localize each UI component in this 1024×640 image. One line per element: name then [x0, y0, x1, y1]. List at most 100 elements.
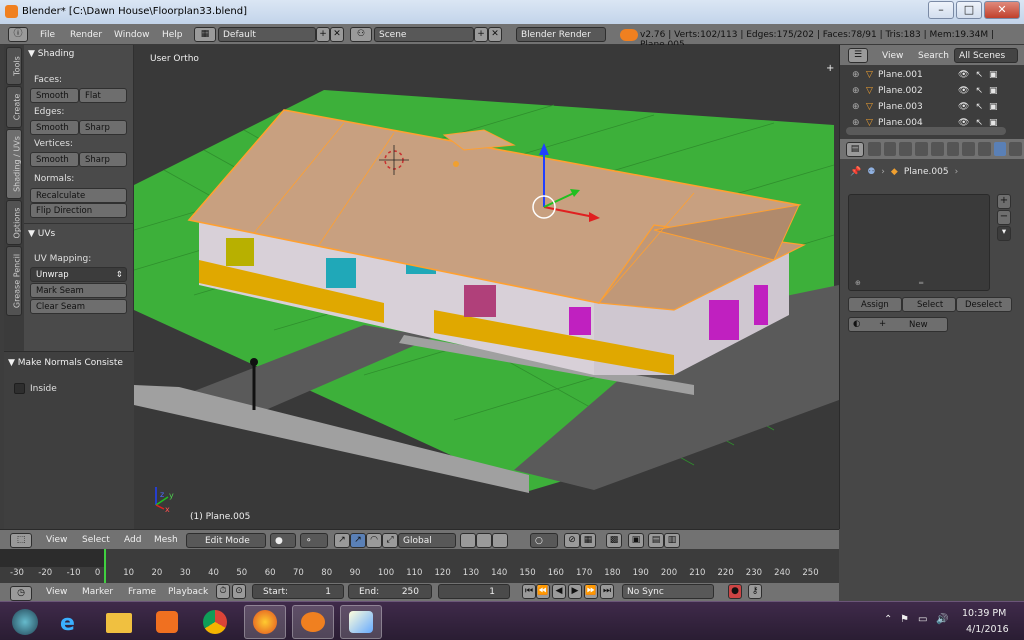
- 3d-view-editor-icon[interactable]: ⬚: [10, 533, 32, 548]
- 3d-viewport[interactable]: User Ortho (1) Plane.005 z y x +: [134, 45, 839, 529]
- remove-slot-icon[interactable]: −: [997, 210, 1011, 225]
- render-camera-icon[interactable]: ▣: [989, 86, 998, 96]
- timeline-editor-icon[interactable]: ◷: [10, 586, 32, 601]
- recalculate-button[interactable]: Recalculate: [30, 188, 127, 203]
- timeline-ruler[interactable]: -30 -20 -10 0 10 20 30 40 50 60 70 80 90 100 110 120 130…: [0, 567, 839, 579]
- play-icon[interactable]: ▶: [568, 584, 582, 599]
- pin-icon[interactable]: 📌: [850, 167, 861, 177]
- layer-2-icon[interactable]: [476, 533, 492, 548]
- timeline[interactable]: -30 -20 -10 0 10 20 30 40 50 60 70 80 90 100 110 120 130…: [0, 549, 839, 583]
- new-material-button[interactable]: ◐ + New: [848, 317, 948, 332]
- expand-icon[interactable]: ⊕: [852, 102, 866, 112]
- properties-editor-icon[interactable]: ▤: [846, 142, 864, 157]
- remove-scene-icon[interactable]: ✕: [488, 27, 502, 42]
- manipulator-toggle-icon[interactable]: ↗: [334, 533, 350, 548]
- clock-time[interactable]: 10:39 PM: [962, 608, 1006, 619]
- rotate-icon[interactable]: ◠: [366, 533, 382, 548]
- outliner-editor-icon[interactable]: ☰: [848, 48, 868, 63]
- pivot-select[interactable]: ⚬: [300, 533, 328, 548]
- outliner-display-select[interactable]: All Scenes: [954, 48, 1018, 63]
- start-button[interactable]: [8, 605, 44, 639]
- opengl-render-icon[interactable]: ▥: [664, 533, 680, 548]
- timeline-marker-menu[interactable]: Marker: [82, 587, 113, 597]
- object-tab-icon[interactable]: [930, 142, 944, 156]
- outliner-item[interactable]: ⊕ ▽ Plane.001 👁 ↖ ▣: [852, 67, 1012, 83]
- close-button[interactable]: ✕: [984, 1, 1020, 19]
- world-tab-icon[interactable]: [915, 142, 928, 156]
- menu-view[interactable]: View: [46, 535, 67, 545]
- select-button[interactable]: Select: [902, 297, 956, 312]
- jump-end-icon[interactable]: ⏭: [600, 584, 614, 599]
- list-grip-icon[interactable]: ═: [919, 279, 923, 287]
- shading-panel-header[interactable]: ▼ Shading: [28, 49, 74, 59]
- visibility-eye-icon[interactable]: 👁: [958, 102, 969, 112]
- current-frame-field[interactable]: 1: [438, 584, 510, 599]
- timeline-playback-menu[interactable]: Playback: [168, 587, 208, 597]
- preview-range-icon[interactable]: ⏱: [216, 584, 230, 599]
- network-icon[interactable]: ▭: [918, 614, 927, 625]
- start-frame-field[interactable]: Start: 1: [252, 584, 344, 599]
- add-layout-icon[interactable]: +: [316, 27, 330, 42]
- expand-icon[interactable]: ⊕: [852, 70, 866, 80]
- blender-taskbar-icon[interactable]: [292, 605, 334, 639]
- inside-checkbox[interactable]: [14, 383, 25, 394]
- vertices-sharp-button[interactable]: Sharp: [79, 152, 127, 167]
- paint-icon[interactable]: [340, 605, 382, 639]
- edges-smooth-button[interactable]: Smooth: [30, 120, 79, 135]
- file-explorer-icon[interactable]: [98, 605, 140, 639]
- timeline-view-menu[interactable]: View: [46, 587, 67, 597]
- viewport-expand-icon[interactable]: +: [826, 63, 834, 74]
- data-tab-icon[interactable]: [977, 142, 991, 156]
- firefox-icon[interactable]: [244, 605, 286, 639]
- render-camera-icon[interactable]: ▣: [989, 70, 998, 80]
- outliner-search-menu[interactable]: Search: [918, 51, 949, 61]
- jump-keyframe-back-icon[interactable]: ⏪: [536, 584, 550, 599]
- deselect-button[interactable]: Deselect: [956, 297, 1012, 312]
- outliner-view-menu[interactable]: View: [882, 51, 903, 61]
- material-slots-list[interactable]: ⊕ ═: [848, 194, 990, 291]
- end-frame-field[interactable]: End: 250: [348, 584, 432, 599]
- jump-start-icon[interactable]: ⏮: [522, 584, 536, 599]
- layers-tab-icon[interactable]: [883, 142, 897, 156]
- outliner-scrollbar[interactable]: [846, 127, 1006, 135]
- menu-mesh[interactable]: Mesh: [154, 535, 178, 545]
- jump-keyframe-forward-icon[interactable]: ⏩: [584, 584, 598, 599]
- orientation-select[interactable]: Global: [398, 533, 456, 548]
- select-arrow-icon[interactable]: ↖: [975, 86, 983, 96]
- render-icon[interactable]: ▣: [628, 533, 644, 548]
- unwrap-menu[interactable]: Unwrap ⇕: [30, 267, 127, 282]
- assign-button[interactable]: Assign: [848, 297, 902, 312]
- material-tab-icon[interactable]: [993, 142, 1007, 156]
- viewport-shading-select[interactable]: ●: [270, 533, 296, 548]
- render-anim-icon[interactable]: ▤: [648, 533, 664, 548]
- volume-icon[interactable]: 🔊: [936, 614, 948, 625]
- slot-specials-icon[interactable]: ▾: [997, 226, 1011, 241]
- keying-set-icon[interactable]: ⚷: [748, 584, 762, 599]
- menu-help[interactable]: Help: [162, 30, 183, 40]
- timeline-frame-menu[interactable]: Frame: [128, 587, 156, 597]
- list-resize-icon[interactable]: ⊕: [855, 279, 861, 287]
- flip-direction-button[interactable]: Flip Direction: [30, 203, 127, 218]
- scene-select[interactable]: Scene: [374, 27, 474, 42]
- scene-tab-icon[interactable]: [899, 142, 913, 156]
- minimize-button[interactable]: –: [928, 1, 954, 19]
- translate-icon[interactable]: ↗: [350, 533, 366, 548]
- texture-tab-icon[interactable]: [1009, 142, 1023, 156]
- faces-flat-button[interactable]: Flat: [79, 88, 127, 103]
- operator-panel-header[interactable]: ▼ Make Normals Consiste: [8, 358, 123, 368]
- snap-icon[interactable]: ⊘: [564, 533, 580, 548]
- menu-window[interactable]: Window: [114, 30, 150, 40]
- flag-icon[interactable]: ⚑: [900, 614, 909, 625]
- clear-seam-button[interactable]: Clear Seam: [30, 299, 127, 314]
- screen-layout-select[interactable]: Default: [218, 27, 316, 42]
- visibility-eye-icon[interactable]: 👁: [958, 86, 969, 96]
- menu-select[interactable]: Select: [82, 535, 110, 545]
- proportional-edit-select[interactable]: ○: [530, 533, 558, 548]
- visibility-eye-icon[interactable]: 👁: [958, 70, 969, 80]
- play-reverse-icon[interactable]: ◀: [552, 584, 566, 599]
- screen-layout-icon[interactable]: ▦: [194, 27, 216, 42]
- mark-seam-button[interactable]: Mark Seam: [30, 283, 127, 298]
- select-arrow-icon[interactable]: ↖: [975, 102, 983, 112]
- lock-range-icon[interactable]: ⊙: [232, 584, 246, 599]
- chrome-icon[interactable]: [194, 605, 236, 639]
